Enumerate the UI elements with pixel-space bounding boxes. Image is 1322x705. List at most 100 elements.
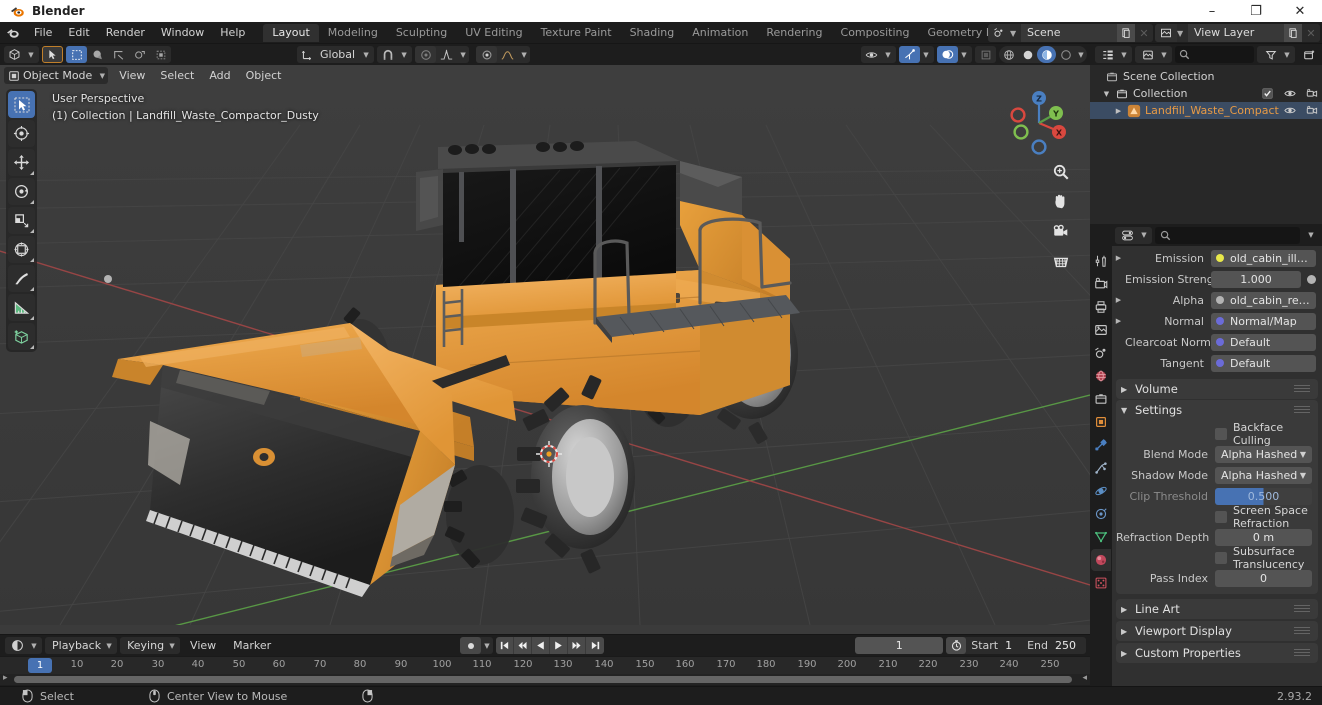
measure-tool[interactable]	[8, 294, 35, 321]
normal-value-field[interactable]: Normal/Map	[1211, 312, 1316, 330]
shading-material-preview-icon[interactable]	[1037, 46, 1056, 63]
minimize-button[interactable]: –	[1190, 0, 1234, 22]
menu-window[interactable]: Window	[153, 24, 212, 41]
outliner-search-input[interactable]	[1175, 46, 1254, 63]
overlays-chevron-down-icon[interactable]: ▼	[958, 51, 970, 59]
collection-checkbox[interactable]	[1261, 88, 1274, 99]
tab-layout[interactable]: Layout	[263, 23, 319, 42]
gizmo-icon[interactable]	[899, 46, 920, 63]
pan-hand-icon[interactable]	[1050, 191, 1072, 213]
menu-render[interactable]: Render	[98, 24, 153, 41]
annotate-tool[interactable]	[8, 265, 35, 292]
editor-type-selector[interactable]: ▼	[4, 46, 39, 63]
emission-value-field[interactable]: old_cabin_illuminati...	[1211, 249, 1316, 267]
playback-chevron-down-icon[interactable]: ▼	[103, 642, 115, 650]
shadow-mode-dropdown[interactable]: Alpha Hashed ▼	[1215, 466, 1312, 484]
camera-view-icon[interactable]	[1050, 221, 1072, 243]
section-custom-properties[interactable]: ▶ Custom Properties	[1116, 643, 1318, 663]
remove-view-layer-button[interactable]: ✕	[1302, 24, 1320, 42]
shading-wireframe-icon[interactable]	[999, 46, 1018, 63]
modifier-tab[interactable]	[1091, 434, 1111, 456]
world-tab[interactable]	[1091, 365, 1111, 387]
timeline-editor-type-selector[interactable]: ▼	[5, 637, 42, 654]
outliner-editor-type-selector[interactable]: ▼	[1095, 46, 1132, 63]
object-visibility-eye-icon[interactable]	[1283, 105, 1296, 116]
keying-chevron-down-icon[interactable]: ▼	[166, 642, 178, 650]
volume-drag-grip[interactable]	[1294, 385, 1310, 392]
visibility-chevron-down-icon[interactable]: ▼	[882, 51, 894, 59]
object-tab[interactable]	[1091, 411, 1111, 433]
gizmo-chevron-down-icon[interactable]: ▼	[920, 51, 932, 59]
orientation-chevron-down-icon[interactable]: ▼	[360, 51, 372, 59]
section-line-art[interactable]: ▶ Line Art	[1116, 599, 1318, 619]
custom-properties-triangle-icon[interactable]: ▶	[1121, 649, 1135, 658]
timeline-menu-marker[interactable]: Marker	[226, 637, 278, 654]
transform-tool[interactable]	[8, 236, 35, 263]
scene-chevron-down-icon[interactable]: ▼	[1010, 29, 1021, 38]
falloff-curve-icon[interactable]	[497, 46, 518, 63]
render-tab[interactable]	[1091, 273, 1111, 295]
view-layer-chevron-down-icon[interactable]: ▼	[1177, 29, 1188, 38]
tab-shading[interactable]: Shading	[621, 24, 684, 42]
refraction-depth-field[interactable]: 0 m	[1215, 528, 1312, 546]
magnet-icon[interactable]	[377, 46, 398, 63]
show-gizmo-eye-icon[interactable]	[861, 46, 882, 63]
collection-tab[interactable]	[1091, 388, 1111, 410]
move-tool[interactable]	[8, 149, 35, 176]
line-art-triangle-icon[interactable]: ▶	[1121, 605, 1135, 614]
tool-tab[interactable]	[1091, 250, 1111, 272]
view-layer-tab[interactable]	[1091, 319, 1111, 341]
objects-falloff-chevron-down-icon[interactable]: ▼	[518, 51, 530, 59]
outliner-row-collection[interactable]: ▼ Collection	[1090, 85, 1322, 102]
playback-menu[interactable]: Playback ▼	[45, 637, 118, 654]
alpha-expand-triangle-icon[interactable]: ▶	[1112, 296, 1125, 304]
object-twisty-icon[interactable]: ▶	[1112, 107, 1125, 115]
xray-icon[interactable]	[975, 46, 996, 63]
rotate-tool[interactable]	[8, 178, 35, 205]
clearcoat-normal-value-field[interactable]: Default	[1211, 333, 1316, 351]
shading-rendered-icon[interactable]	[1056, 46, 1075, 63]
new-scene-button[interactable]	[1117, 24, 1135, 42]
properties-options-chevron-down-icon[interactable]: ▼	[1303, 231, 1319, 239]
normal-expand-triangle-icon[interactable]: ▶	[1112, 317, 1125, 325]
frame-end-value[interactable]: 250	[1053, 639, 1086, 652]
mode-chevron-down-icon[interactable]: ▼	[96, 72, 108, 80]
blender-menu-icon[interactable]	[0, 26, 26, 40]
select-intersect-icon[interactable]	[129, 46, 150, 63]
outliner-filter-button[interactable]: ▼	[1257, 46, 1295, 63]
object-data-tab[interactable]	[1091, 526, 1111, 548]
timeline-menu-view[interactable]: View	[183, 637, 223, 654]
menu-help[interactable]: Help	[212, 24, 253, 41]
timeline-type-chevron-down-icon[interactable]: ▼	[28, 642, 40, 650]
collection-visibility-eye-icon[interactable]	[1283, 88, 1296, 99]
volume-triangle-icon[interactable]: ▶	[1121, 385, 1135, 394]
unlink-scene-button[interactable]: ✕	[1135, 24, 1153, 42]
proportional-editing-icon[interactable]	[415, 46, 437, 63]
scene-name-field[interactable]: Scene	[1021, 24, 1117, 42]
play-reverse-icon[interactable]	[532, 637, 550, 654]
play-icon[interactable]	[550, 637, 568, 654]
overlays-icon[interactable]	[937, 46, 958, 63]
navigation-gizmo[interactable]: Z X Y	[1004, 87, 1074, 157]
viewport-display-triangle-icon[interactable]: ▶	[1121, 627, 1135, 636]
tab-sculpting[interactable]: Sculpting	[387, 24, 456, 42]
auto-keying-chevron-down-icon[interactable]: ▼	[481, 642, 493, 650]
settings-triangle-icon[interactable]: ▼	[1121, 406, 1135, 415]
gizmo-selector[interactable]: ▼	[899, 46, 934, 63]
view-layer-name-field[interactable]: View Layer	[1188, 24, 1284, 42]
collection-twisty-icon[interactable]: ▼	[1100, 90, 1113, 98]
object-visibility-selector[interactable]: ▼	[861, 46, 896, 63]
outliner-type-chevron-down-icon[interactable]: ▼	[1118, 51, 1130, 59]
auto-keying-icon[interactable]	[460, 637, 481, 654]
tab-rendering[interactable]: Rendering	[757, 24, 831, 42]
display-mode-chevron-down-icon[interactable]: ▼	[1158, 51, 1170, 59]
viewport-menu-add[interactable]: Add	[202, 67, 237, 84]
editor-type-chevron-down-icon[interactable]: ▼	[25, 51, 37, 59]
pass-index-field[interactable]: 0	[1215, 569, 1312, 587]
scene-selector[interactable]: ▼ Scene ✕	[988, 24, 1153, 42]
keying-menu[interactable]: Keying ▼	[120, 637, 181, 654]
model-landfill-waste-compactor[interactable]	[0, 65, 1090, 625]
properties-search-input[interactable]	[1155, 226, 1300, 244]
frame-start-value[interactable]: 1	[1003, 639, 1022, 652]
constraints-tab[interactable]	[1091, 503, 1111, 525]
